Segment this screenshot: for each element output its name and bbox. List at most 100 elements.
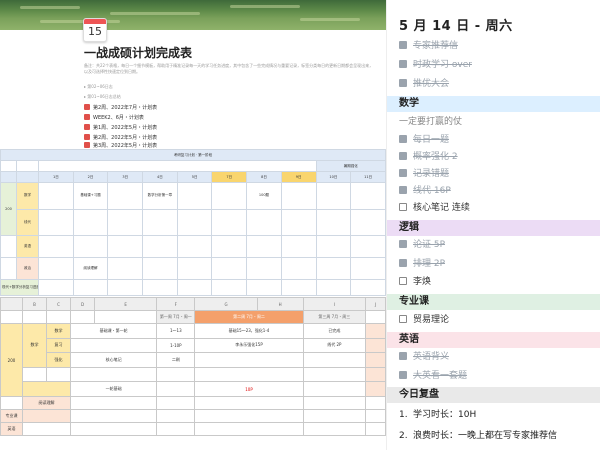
todo-item[interactable]: 论证 5P <box>399 239 445 251</box>
todo-item[interactable]: 核心笔记 连续 <box>399 202 470 214</box>
todo-item[interactable]: 时政学习 over <box>399 59 472 71</box>
checkbox-icon[interactable] <box>399 259 407 267</box>
section-label: 英语 <box>0 422 23 436</box>
todo-item[interactable]: 英语背义 <box>399 351 449 363</box>
sheet-cell[interactable] <box>280 182 317 210</box>
checkbox-icon[interactable] <box>399 60 407 68</box>
sheet-cell[interactable]: 1～13 <box>156 323 196 339</box>
calendar-icon <box>84 124 90 130</box>
checkbox-icon[interactable] <box>399 371 407 379</box>
sheet-cell[interactable] <box>350 182 386 210</box>
day-header: 8日 <box>246 171 282 183</box>
checkbox-icon[interactable] <box>399 315 407 323</box>
column-header[interactable]: D <box>70 297 95 311</box>
daily-todo-pane: 5 月 14 日 - 周六 专家推荐信 时政学习 over 推优大会 数学 一定… <box>386 0 600 450</box>
sheet-cell[interactable]: 二刷 <box>156 352 196 368</box>
schedule-sheet-2: B C D E F G H I J 第一周 7月・周一 第二周 7月・周二 第三… <box>0 297 386 450</box>
day-header: 3日 <box>107 171 144 183</box>
checkbox-icon[interactable] <box>399 79 407 87</box>
sheet-cell[interactable]: 基础课・第一轮 <box>69 323 158 339</box>
sheet-title: 考研复习计划 · 第一阶段 <box>0 149 386 161</box>
column-header[interactable]: F <box>156 297 196 311</box>
section-header-english: 英语 <box>387 332 600 348</box>
todo-item[interactable]: 每日一题 <box>399 134 449 146</box>
day-header: 11日 <box>350 171 386 183</box>
todo-item[interactable]: 排理 2P <box>399 258 445 270</box>
sheet-cell[interactable] <box>38 182 74 210</box>
plan-link[interactable]: 第2周、2022年7月・计划表 <box>84 104 157 111</box>
sheet-cell[interactable]: 一轮基础 <box>69 381 158 397</box>
checkbox-icon[interactable] <box>399 203 407 211</box>
column-header[interactable]: I <box>302 297 367 311</box>
column-header[interactable]: G <box>194 297 258 311</box>
sub-label: 复习 <box>46 337 71 354</box>
footer-label: 现代+数学分析复习进度 <box>0 279 39 296</box>
checkbox-icon[interactable] <box>399 186 407 194</box>
toggle-link[interactable]: ▸ 第01~06日志总结 <box>84 94 121 100</box>
sheet-cell[interactable]: 基础15～23，强化1-4 <box>194 323 304 339</box>
sheet-cell[interactable]: 100题 <box>246 182 282 210</box>
checkbox-icon[interactable] <box>399 277 407 285</box>
todo-item[interactable]: 专家推荐信 <box>399 40 458 52</box>
todo-item[interactable]: 大英看一套题 <box>399 370 467 382</box>
plan-link[interactable]: 第2周、2022年5月・计划表 <box>84 134 157 141</box>
sheet-cell[interactable]: 线代 2P <box>302 337 367 354</box>
schedule-sheet-1: 考研复习计划 · 第一阶段 暑期强化 1日 2日 3日 4日 5日 7日 8日 … <box>0 149 386 297</box>
sheet-cell[interactable]: 阅读理解 <box>72 257 109 280</box>
sheet-cell[interactable] <box>211 182 248 210</box>
section-header-review: 今日复盘 <box>387 387 600 403</box>
sub-label: 强化 <box>46 352 71 368</box>
day-header: 5日 <box>176 171 213 183</box>
checkbox-icon[interactable] <box>399 135 407 143</box>
week-header: 第一周 7月・周一 <box>156 310 196 324</box>
sheet-cell[interactable] <box>38 257 74 280</box>
column-header[interactable]: J <box>365 297 386 311</box>
cover-image <box>0 0 386 30</box>
sheet-cell[interactable]: 基础课+习题 <box>72 182 109 210</box>
plan-link[interactable]: 第3周、2022年5月・计划表 <box>84 142 157 149</box>
toggle-link[interactable]: ▸ 第02~06日志 <box>84 84 113 90</box>
todo-item[interactable]: 贸易理论 <box>399 314 449 326</box>
sub-label: 数学 <box>46 323 71 339</box>
column-header[interactable]: C <box>46 297 71 311</box>
todo-item[interactable]: 李焕 <box>399 276 431 288</box>
score-cell: 200 <box>0 323 23 397</box>
sheet-cell[interactable]: 核心笔记 <box>69 352 158 368</box>
calendar-icon <box>84 114 90 120</box>
checkbox-icon[interactable] <box>399 152 407 160</box>
sheet-cell[interactable]: 10P <box>194 381 304 397</box>
plan-link[interactable]: WEEK2、6月・计划表 <box>84 114 144 121</box>
week-header: 第三周 7月・周三 <box>302 310 367 324</box>
sheet-cell[interactable]: 1-10P <box>156 337 196 354</box>
sheet-cell[interactable] <box>315 182 352 210</box>
sheet-cell[interactable]: 已完成 <box>302 323 367 339</box>
section-header-math: 数学 <box>387 96 600 112</box>
todo-item[interactable]: 线代 16P <box>399 185 451 197</box>
review-item: 2. 浪费时长：一晚上都在写专家推荐信 <box>399 431 558 441</box>
day-header: 1日 <box>38 171 74 183</box>
plan-link[interactable]: 第1周、2022年5月・计划表 <box>84 124 157 131</box>
sheet-cell[interactable] <box>107 182 144 210</box>
todo-item[interactable]: 概率强化 2 <box>399 151 458 163</box>
calendar-icon: 15 <box>83 18 107 42</box>
day-header: 9日 <box>280 171 317 183</box>
todo-item[interactable]: 记录错题 <box>399 168 449 180</box>
checkbox-icon[interactable] <box>399 41 407 49</box>
checkbox-icon[interactable] <box>399 240 407 248</box>
week-header: 第二周 7月・周二 <box>194 310 304 324</box>
left-document-pane: 15 一战成硕计划完成表 备注：共22个表格，每日一个细节模板，帮助用于精准记录… <box>0 0 386 450</box>
sheet-cell[interactable]: 李永乐强化15P <box>194 337 304 354</box>
day-header: 7日 <box>211 171 248 183</box>
column-header[interactable]: B <box>22 297 47 311</box>
sheet-cell[interactable]: 数学分析第一章 <box>142 182 178 210</box>
section-label: 阅读理解 <box>22 396 71 410</box>
row-label: 政治 <box>16 257 39 280</box>
day-header: 2日 <box>72 171 109 183</box>
column-header[interactable]: E <box>93 297 158 311</box>
checkbox-icon[interactable] <box>399 352 407 360</box>
sheet-cell[interactable] <box>176 182 213 210</box>
row-label: 线代 <box>16 208 39 236</box>
checkbox-icon[interactable] <box>399 169 407 177</box>
column-header[interactable]: H <box>256 297 304 311</box>
todo-item[interactable]: 推优大会 <box>399 78 449 90</box>
